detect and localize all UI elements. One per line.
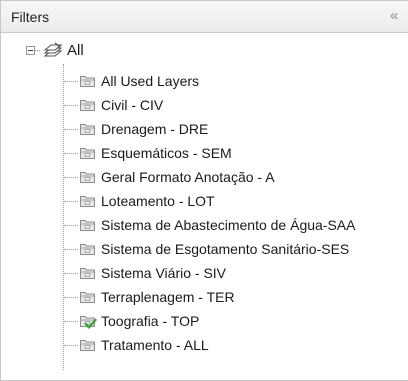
filter-tree-item[interactable]: Drenagem - DRE: [1, 118, 401, 140]
filter-tree-item[interactable]: Civil - CIV: [1, 94, 401, 116]
filter-item-label: Sistema de Esgotamento Sanitário-SES: [101, 241, 350, 257]
filter-tree-item[interactable]: Sistema de Esgotamento Sanitário-SES: [1, 238, 401, 260]
filters-header: Filters «: [0, 0, 408, 33]
filter-folder-icon: [79, 241, 97, 262]
tree-connector: [64, 105, 78, 106]
filter-folder-icon: [79, 73, 97, 94]
tree-connector: [64, 177, 78, 178]
tree-connector: [64, 345, 78, 346]
filters-title: Filters: [11, 9, 50, 25]
filter-tree-item[interactable]: Loteamento - LOT: [1, 190, 401, 212]
filter-tree-item[interactable]: Geral Formato Anotação - A: [1, 166, 401, 188]
filter-item-label: Geral Formato Anotação - A: [101, 169, 275, 185]
tree-connector: [64, 129, 78, 130]
tree-root-all[interactable]: All: [1, 41, 408, 63]
filter-tree-item[interactable]: Toografia - TOP: [1, 310, 401, 332]
filter-folder-icon: [79, 193, 97, 214]
filter-item-label: Drenagem - DRE: [101, 121, 209, 137]
tree-connector: [64, 201, 78, 202]
filter-tree-item[interactable]: Sistema Viário - SIV: [1, 262, 401, 284]
filter-tree-item[interactable]: All Used Layers: [1, 70, 401, 92]
filter-item-label: Loteamento - LOT: [101, 193, 215, 209]
filter-item-label: All Used Layers: [101, 73, 200, 89]
filter-folder-icon: [79, 145, 97, 166]
filter-item-label: Sistema Viário - SIV: [101, 265, 227, 281]
tree-connector: [64, 297, 78, 298]
filter-item-label: Tratamento - ALL: [101, 337, 209, 353]
filter-item-label: Terraplenagem - TER: [101, 289, 235, 305]
collapse-minus-icon[interactable]: [26, 46, 35, 55]
filter-tree-item[interactable]: Tratamento - ALL: [1, 334, 401, 356]
tree-connector: [64, 273, 78, 274]
tree-connector: [64, 225, 78, 226]
filter-item-label: Civil - CIV: [101, 97, 164, 113]
tree-connector: [64, 321, 78, 322]
filter-tree-item[interactable]: Esquemáticos - SEM: [1, 142, 401, 164]
filter-tree-item[interactable]: Sistema de Abastecimento de Água-SAA: [1, 214, 401, 236]
filter-folder-icon: [79, 217, 97, 238]
filter-item-label: Sistema de Abastecimento de Água-SAA: [101, 217, 356, 233]
filter-folder-icon: [79, 97, 97, 118]
tree-root-label: All: [67, 42, 84, 59]
tree-connector: [64, 81, 78, 82]
tree-connector: [35, 50, 40, 51]
layer-stack-icon: [41, 41, 63, 66]
filter-item-label: Toografia - TOP: [101, 313, 200, 329]
filter-folder-icon: [79, 289, 97, 310]
tree-connector: [64, 249, 78, 250]
filter-item-label: Esquemáticos - SEM: [101, 145, 232, 161]
filters-panel: Filters « All All Used Layers Civil - CIV…: [0, 0, 408, 381]
filter-tree-item[interactable]: Terraplenagem - TER: [1, 286, 401, 308]
filter-folder-icon: [79, 337, 97, 358]
filter-folder-check-icon: [79, 313, 97, 334]
tree-connector: [64, 153, 78, 154]
filter-folder-icon: [79, 265, 97, 286]
filter-folder-icon: [79, 121, 97, 142]
filter-folder-icon: [79, 169, 97, 190]
collapse-panel-button[interactable]: «: [390, 7, 408, 25]
filter-tree[interactable]: All All Used Layers Civil - CIV Drenagem -…: [0, 33, 408, 381]
